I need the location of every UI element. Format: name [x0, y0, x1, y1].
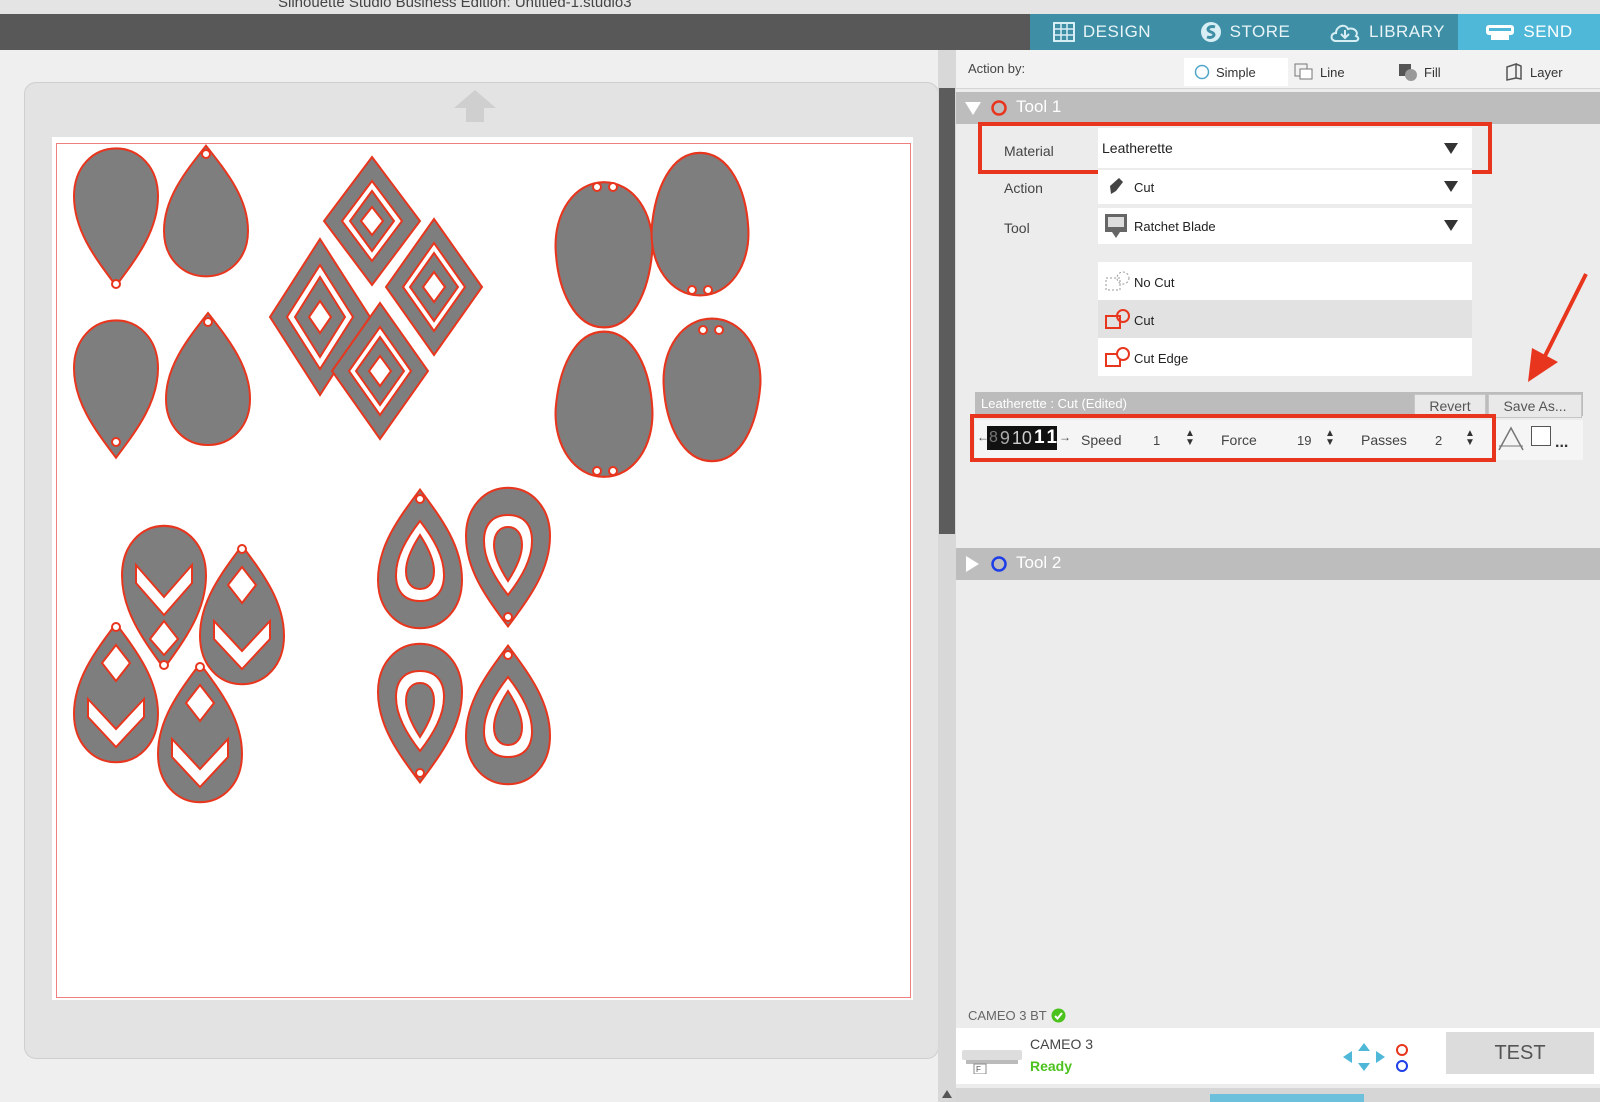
tab-design[interactable]: DESIGN: [1030, 14, 1174, 50]
crescent-teardrop-shape[interactable]: [464, 644, 552, 786]
cut-edge-icon: [1105, 347, 1130, 367]
save-as-button[interactable]: Save As...: [1488, 394, 1582, 418]
action-by-layer[interactable]: Layer: [1504, 58, 1594, 86]
action-by-label: Action by:: [968, 61, 1026, 76]
chevron-down-icon: [1444, 220, 1458, 231]
ratchet-blade-icon: [1105, 214, 1127, 238]
tool-select[interactable]: Ratchet Blade: [1098, 208, 1472, 244]
tool2-color-icon: [991, 556, 1007, 572]
tab-send-label: SEND: [1523, 22, 1573, 41]
move-arrows-icon[interactable]: [1342, 1042, 1386, 1072]
tab-library[interactable]: LIBRARY: [1316, 14, 1458, 50]
cut-option-cut[interactable]: Cut: [1098, 300, 1472, 338]
highlight-settings-box: [970, 414, 1496, 462]
cut-option-label: No Cut: [1134, 275, 1175, 290]
layer-icon: [1506, 63, 1522, 81]
tab-store[interactable]: STORE: [1174, 14, 1316, 50]
scrollbar-thumb[interactable]: [939, 88, 955, 534]
chevron-teardrop-shape[interactable]: [120, 524, 208, 670]
tool2-title: Tool 2: [1016, 553, 1062, 572]
chevron-teardrop-shape[interactable]: [72, 622, 160, 764]
connected-check-icon: [1051, 1008, 1066, 1023]
window-titlebar: Silhouette Studio Business Edition: Unti…: [0, 0, 1600, 14]
teardrop-shape[interactable]: [163, 144, 249, 278]
teardrop-shape[interactable]: [72, 319, 160, 459]
device-header-label: CAMEO 3 BT: [968, 1008, 1047, 1023]
crescent-teardrop-shape[interactable]: [376, 642, 464, 784]
oval-shape[interactable]: [554, 181, 654, 329]
cut-option-cut-edge[interactable]: Cut Edge: [1098, 338, 1472, 376]
crescent-teardrop-shape[interactable]: [376, 488, 464, 630]
svg-text:F: F: [976, 1065, 981, 1074]
top-toolbar: DESIGN STORE LIBRARY SEND: [0, 14, 1600, 50]
tool1-header[interactable]: Tool 1: [956, 92, 1600, 124]
chevron-teardrop-shape[interactable]: [198, 544, 286, 686]
tool-value: Ratchet Blade: [1134, 219, 1216, 234]
cut-option-label: Cut Edge: [1134, 351, 1189, 366]
expand-triangle-icon[interactable]: [964, 555, 980, 573]
tool-holder-icon[interactable]: [1394, 1042, 1410, 1074]
action-by-layer-label: Layer: [1530, 64, 1563, 80]
teardrop-shape[interactable]: [165, 312, 251, 446]
test-button[interactable]: TEST: [1446, 1032, 1594, 1074]
tool2-header[interactable]: Tool 2: [956, 548, 1600, 580]
action-by-simple[interactable]: Simple: [1184, 58, 1288, 86]
fill-icon: [1399, 64, 1417, 81]
grid-icon: [1052, 22, 1075, 42]
tab-design-label: DESIGN: [1082, 22, 1152, 41]
settings-title: Leatherette : Cut (Edited): [981, 396, 1127, 411]
cameo-device-icon: F: [962, 1050, 1022, 1074]
scroll-down-icon[interactable]: [940, 1088, 954, 1100]
feed-direction-arrow-icon: [454, 90, 496, 122]
no-cut-icon: [1105, 271, 1130, 291]
nav-tabs: DESIGN STORE LIBRARY SEND: [1030, 14, 1600, 50]
chevron-teardrop-shape[interactable]: [156, 662, 244, 804]
window-title: Silhouette Studio Business Edition: Unti…: [278, 0, 632, 11]
cutter-icon: [1486, 25, 1515, 40]
chevron-down-icon: [1444, 181, 1458, 192]
tool1-title: Tool 1: [1016, 97, 1062, 116]
device-header: CAMEO 3 BT: [968, 1008, 1066, 1023]
blade-icon: [1110, 178, 1123, 194]
action-value: Cut: [1134, 180, 1155, 195]
silhouette-s-icon: [1200, 22, 1221, 42]
action-by-fill[interactable]: Fill: [1398, 58, 1494, 86]
send-button-edge[interactable]: [1210, 1094, 1364, 1102]
line-icon: [1294, 63, 1313, 80]
annotation-arrow: [1528, 273, 1588, 382]
design-shapes[interactable]: [52, 137, 913, 1000]
oval-shape[interactable]: [650, 151, 750, 297]
teardrop-shape[interactable]: [72, 147, 160, 289]
crescent-teardrop-shape[interactable]: [464, 486, 552, 628]
action-by-simple-label: Simple: [1216, 64, 1256, 80]
more-options-button[interactable]: ...: [1555, 434, 1568, 452]
cut-icon: [1105, 309, 1130, 329]
device-name: CAMEO 3: [1030, 1036, 1094, 1052]
action-by-line[interactable]: Line: [1294, 58, 1390, 86]
cut-option-label: Cut: [1134, 313, 1155, 328]
action-select[interactable]: Cut: [1098, 170, 1472, 204]
cloud-icon: [1330, 24, 1360, 42]
cut-option-no-cut[interactable]: No Cut: [1098, 262, 1472, 300]
tool-label: Tool: [1004, 220, 1030, 236]
device-status: Ready: [1030, 1058, 1073, 1074]
oval-shape[interactable]: [554, 330, 654, 478]
simple-circle-icon: [1194, 64, 1210, 80]
tab-send[interactable]: SEND: [1458, 14, 1600, 50]
tab-library-label: LIBRARY: [1369, 22, 1445, 41]
options-checkbox[interactable]: [1531, 426, 1551, 446]
line-segment-overcut-icon[interactable]: [1497, 426, 1525, 452]
tool1-color-icon: [991, 100, 1007, 116]
tab-store-label: STORE: [1229, 22, 1291, 41]
highlight-material-box: [978, 122, 1492, 174]
action-by-fill-label: Fill: [1424, 64, 1441, 80]
action-by-line-label: Line: [1320, 64, 1345, 80]
action-label: Action: [1004, 180, 1043, 196]
oval-shape[interactable]: [662, 317, 762, 463]
collapse-triangle-icon[interactable]: [964, 100, 982, 116]
